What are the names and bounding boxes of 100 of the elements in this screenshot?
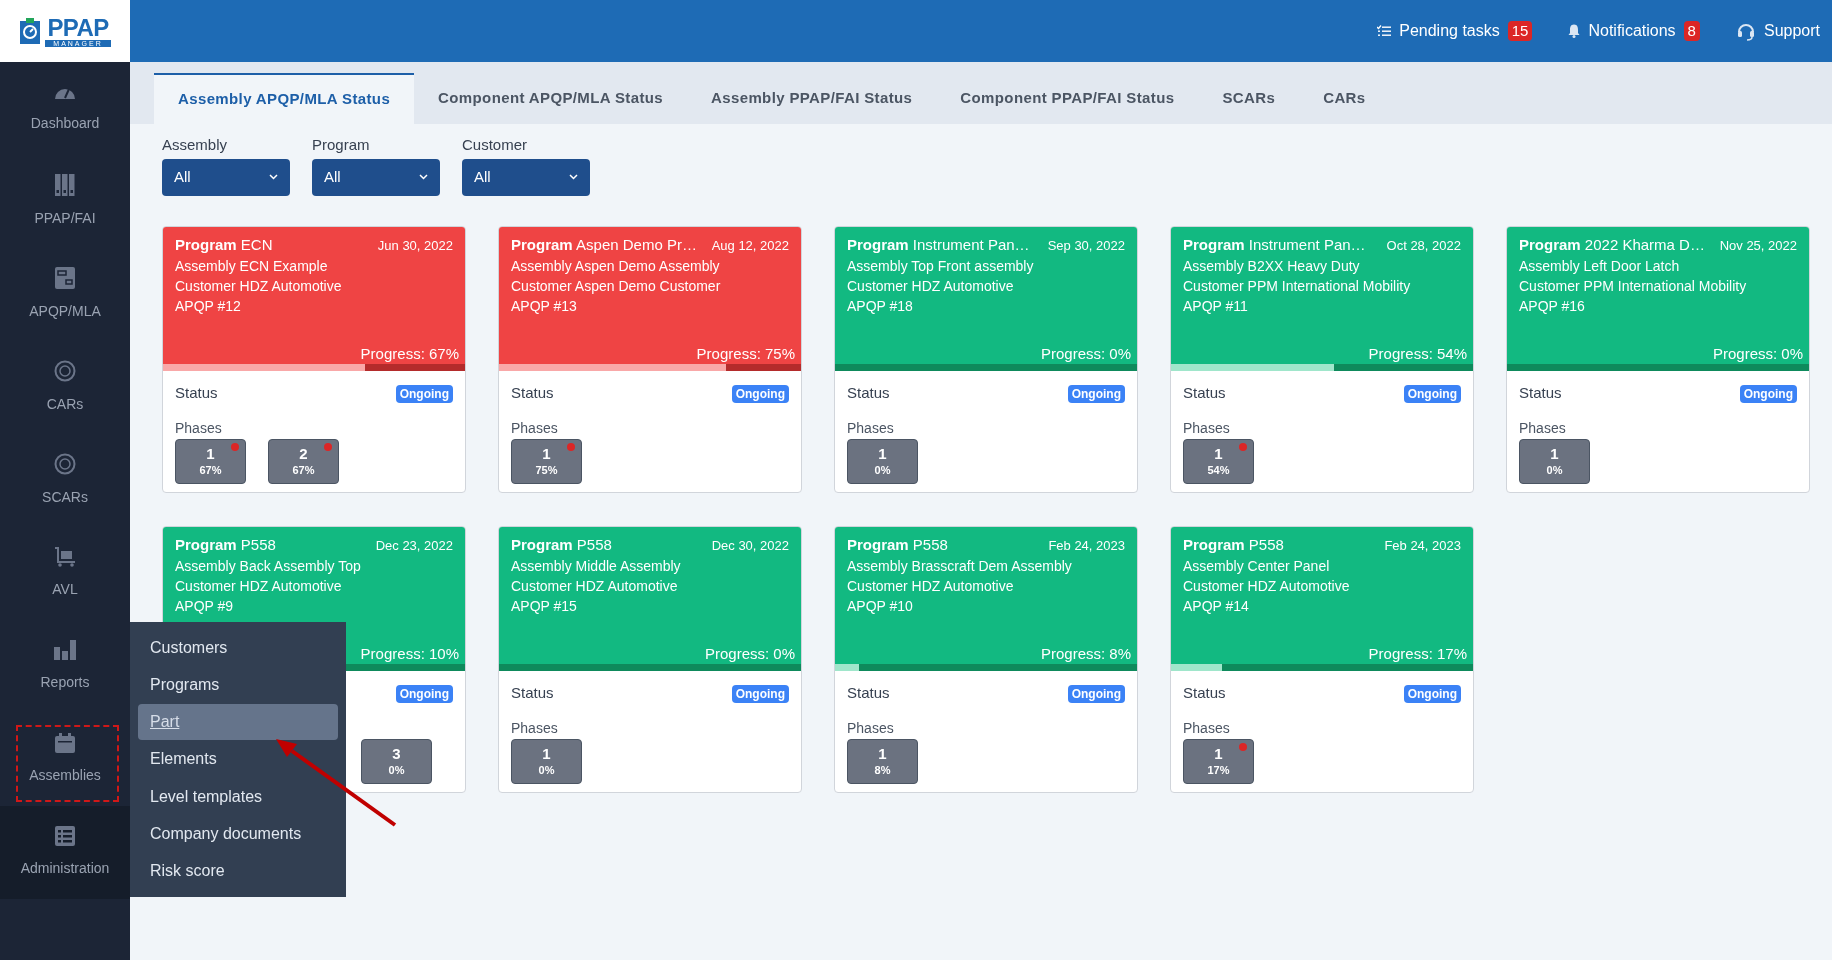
customer-name: Customer HDZ Automotive: [847, 276, 1015, 296]
status-label: Status: [511, 383, 554, 404]
customer-name: Customer PPM International Mobility: [1183, 276, 1412, 296]
phase-number: 1: [1214, 744, 1223, 764]
phase-percent: 0%: [538, 763, 555, 778]
program-title: Program 2022 Kharma D…: [1519, 234, 1705, 255]
apqp-number: APQP #12: [175, 296, 242, 316]
progress-label: Progress: 54%: [1368, 343, 1467, 364]
due-date: Aug 12, 2022: [710, 236, 789, 255]
phase-number: 1: [206, 444, 215, 464]
status-label: Status: [847, 683, 890, 704]
status-badge: Ongoing: [1403, 684, 1461, 703]
progress-label: Progress: 0%: [1040, 343, 1131, 364]
due-date: Dec 30, 2022: [710, 536, 789, 555]
apqp-number: APQP #10: [847, 596, 914, 616]
status-badge: Ongoing: [1067, 684, 1125, 703]
due-date: Oct 28, 2022: [1385, 236, 1461, 255]
phase-number: 1: [542, 444, 551, 464]
phase-percent: 0%: [388, 763, 405, 778]
due-date: Jun 30, 2022: [376, 236, 453, 255]
logo-title: PPAP: [47, 15, 109, 40]
customer-name: Customer HDZ Automotive: [847, 576, 1015, 596]
progress-label: Progress: 0%: [1712, 343, 1803, 364]
customer-name: Customer HDZ Automotive: [175, 576, 343, 596]
progress-label: Progress: 17%: [1368, 643, 1467, 664]
assembly-name: Assembly Left Door Latch: [1519, 256, 1681, 276]
program-title: Program P558: [175, 534, 276, 555]
assembly-name: Assembly Brasscraft Dem Assembly: [847, 556, 1073, 576]
customer-name: Customer HDZ Automotive: [511, 576, 679, 596]
phases-label: Phases: [1183, 418, 1231, 437]
due-date: Feb 24, 2023: [1383, 536, 1461, 555]
assembly-name: Assembly Top Front assembly: [847, 256, 1035, 276]
header-link-label: Pending tasks: [1399, 21, 1500, 41]
status-label: Status: [1519, 383, 1562, 404]
assembly-name: Assembly Middle Assembly: [511, 556, 682, 576]
filter-label: Program: [312, 135, 371, 155]
status-label: Status: [847, 383, 890, 404]
customer-name: Customer Aspen Demo Customer: [511, 276, 722, 296]
phase-number: 1: [878, 444, 887, 464]
phase-percent: 8%: [874, 763, 891, 778]
apqp-number: APQP #18: [847, 296, 914, 316]
phase-percent: 17%: [1207, 763, 1230, 778]
phases-label: Phases: [847, 718, 895, 737]
count-badge: 8: [1683, 21, 1700, 41]
assembly-name: Assembly Back Assembly Top: [175, 556, 362, 576]
status-badge: Ongoing: [1403, 384, 1461, 403]
customer-name: Customer HDZ Automotive: [1183, 576, 1351, 596]
phases-label: Phases: [511, 418, 559, 437]
apqp-number: APQP #16: [1519, 296, 1586, 316]
program-title: Program Aspen Demo Pr…: [511, 234, 697, 255]
program-title: Program Instrument Pan…: [847, 234, 1030, 255]
count-badge: 15: [1507, 21, 1533, 41]
phase-number: 1: [542, 744, 551, 764]
phase-percent: 75%: [535, 463, 558, 478]
progress-label: Progress: 0%: [704, 643, 795, 664]
status-badge: Ongoing: [395, 384, 453, 403]
due-date: Sep 30, 2022: [1046, 236, 1125, 255]
status-badge: Ongoing: [731, 384, 789, 403]
phases-label: Phases: [511, 718, 559, 737]
phase-percent: 0%: [874, 463, 891, 478]
phases-label: Phases: [1183, 718, 1231, 737]
customer-name: Customer PPM International Mobility: [1519, 276, 1748, 296]
program-title: Program Instrument Pan…: [1183, 234, 1366, 255]
phase-number: 3: [392, 744, 401, 764]
status-label: Status: [511, 683, 554, 704]
program-title: Program P558: [847, 534, 948, 555]
customer-name: Customer HDZ Automotive: [175, 276, 343, 296]
progress-label: Progress: 75%: [696, 343, 795, 364]
progress-label: Progress: 8%: [1040, 643, 1131, 664]
progress-label: Progress: 10%: [360, 643, 459, 664]
status-badge: Ongoing: [1739, 384, 1797, 403]
apqp-number: APQP #14: [1183, 596, 1250, 616]
phase-percent: 0%: [1546, 463, 1563, 478]
phase-number: 1: [878, 744, 887, 764]
phase-number: 2: [299, 444, 308, 464]
phase-number: 1: [1550, 444, 1559, 464]
status-badge: Ongoing: [1067, 384, 1125, 403]
apqp-number: APQP #9: [175, 596, 235, 616]
due-date: Dec 23, 2022: [374, 536, 453, 555]
filter-label: Customer: [462, 135, 529, 155]
status-badge: Ongoing: [731, 684, 789, 703]
phase-percent: 67%: [199, 463, 222, 478]
assembly-name: Assembly ECN Example: [175, 256, 329, 276]
status-label: Status: [1183, 683, 1226, 704]
filter-label: Assembly: [162, 135, 229, 155]
assembly-name: Assembly B2XX Heavy Duty: [1183, 256, 1361, 276]
phases-label: Phases: [847, 418, 895, 437]
due-date: Feb 24, 2023: [1047, 536, 1125, 555]
program-title: Program P558: [1183, 534, 1284, 555]
progress-label: Progress: 67%: [360, 343, 459, 364]
status-label: Status: [175, 383, 218, 404]
assembly-name: Assembly Aspen Demo Assembly: [511, 256, 721, 276]
header-link-label: Notifications: [1588, 21, 1676, 41]
due-date: Nov 25, 2022: [1718, 236, 1797, 255]
phases-label: Phases: [175, 418, 223, 437]
phase-number: 1: [1214, 444, 1223, 464]
phase-percent: 67%: [292, 463, 315, 478]
apqp-number: APQP #13: [511, 296, 578, 316]
program-title: Program P558: [511, 534, 612, 555]
program-title: Program ECN: [175, 234, 273, 255]
